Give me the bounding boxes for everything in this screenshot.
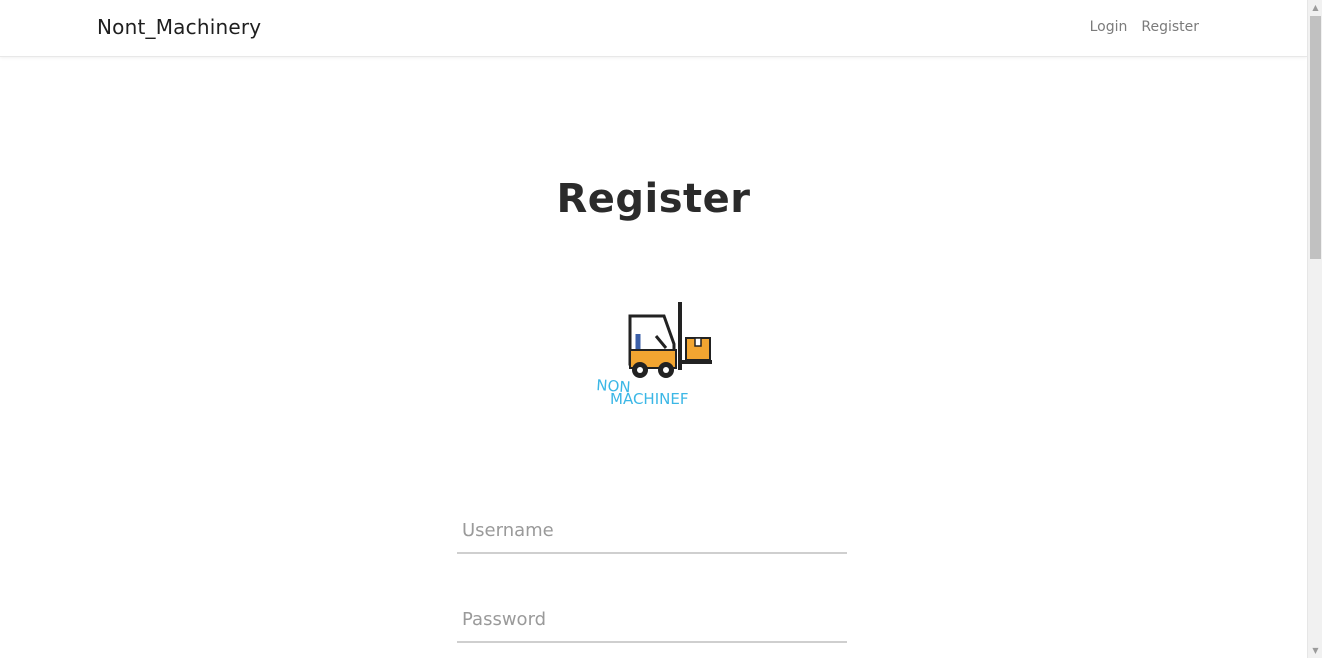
nav-login-link[interactable]: Login	[1090, 19, 1128, 35]
nav-register-link[interactable]: Register	[1141, 19, 1199, 35]
nav-links: Login Register	[1090, 19, 1199, 35]
forklift-icon: NON MACHINEF	[596, 302, 712, 408]
password-field-wrapper	[457, 597, 847, 643]
password-input[interactable]	[457, 597, 847, 641]
username-field-wrapper	[457, 508, 847, 554]
vertical-scrollbar[interactable]: ▲ ▼	[1307, 0, 1322, 658]
brand-link[interactable]: Nont_Machinery	[97, 15, 261, 39]
logo: NON MACHINEF	[594, 298, 718, 408]
scrollbar-thumb[interactable]	[1310, 16, 1321, 259]
navbar: Nont_Machinery Login Register	[0, 0, 1307, 57]
scroll-up-arrow-icon[interactable]: ▲	[1308, 0, 1322, 15]
page-title: Register	[556, 176, 751, 222]
username-input[interactable]	[457, 508, 847, 552]
page: Nont_Machinery Login Register Register N…	[0, 0, 1307, 658]
logo-text-line2: MACHINEF	[610, 390, 688, 408]
scroll-down-arrow-icon[interactable]: ▼	[1308, 643, 1322, 658]
